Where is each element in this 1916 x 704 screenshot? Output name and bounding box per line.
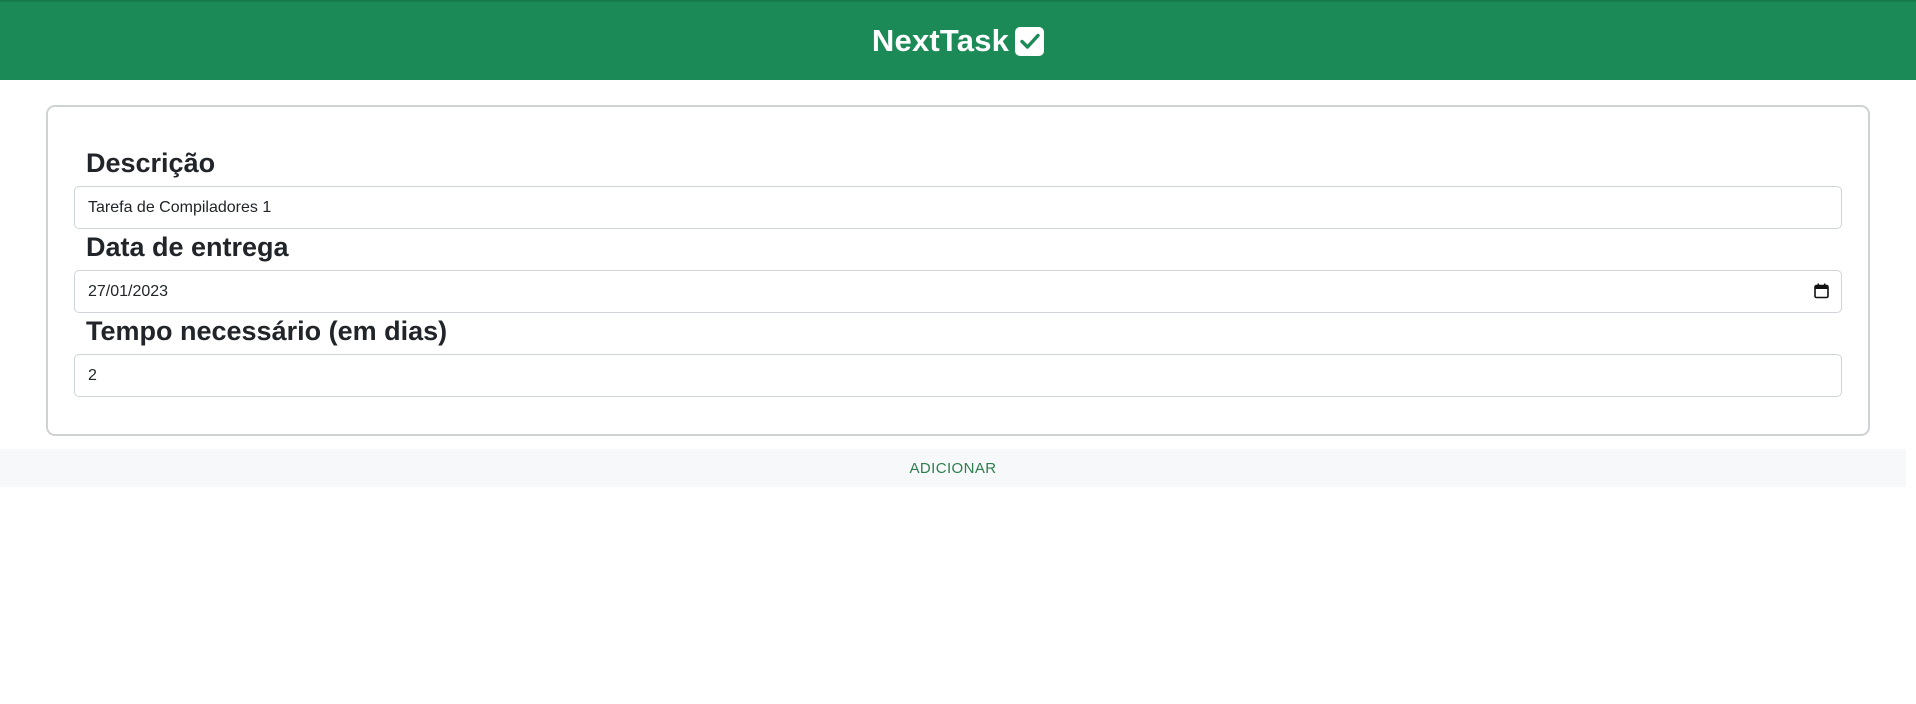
due-date-label: Data de entrega [86, 232, 289, 262]
description-label: Descrição [86, 148, 216, 178]
check-square-icon [1015, 26, 1045, 56]
time-needed-label: Tempo necessário (em dias) [86, 316, 448, 346]
app-title: NextTask [871, 23, 1010, 58]
time-needed-input[interactable]: 2 [74, 354, 1842, 397]
description-input[interactable]: Tarefa de Compiladores 1 [74, 186, 1842, 229]
description-value: Tarefa de Compiladores 1 [88, 198, 272, 216]
time-needed-value: 2 [88, 366, 97, 384]
add-button[interactable]: ADICIONAR [0, 449, 1906, 487]
brand: NextTask [871, 23, 1045, 59]
app-header: NextTask [0, 0, 1916, 80]
due-date-value: 27/01/2023 [88, 282, 169, 300]
due-date-input[interactable]: 27/01/2023 [74, 270, 1842, 313]
calendar-icon[interactable] [1814, 283, 1829, 299]
